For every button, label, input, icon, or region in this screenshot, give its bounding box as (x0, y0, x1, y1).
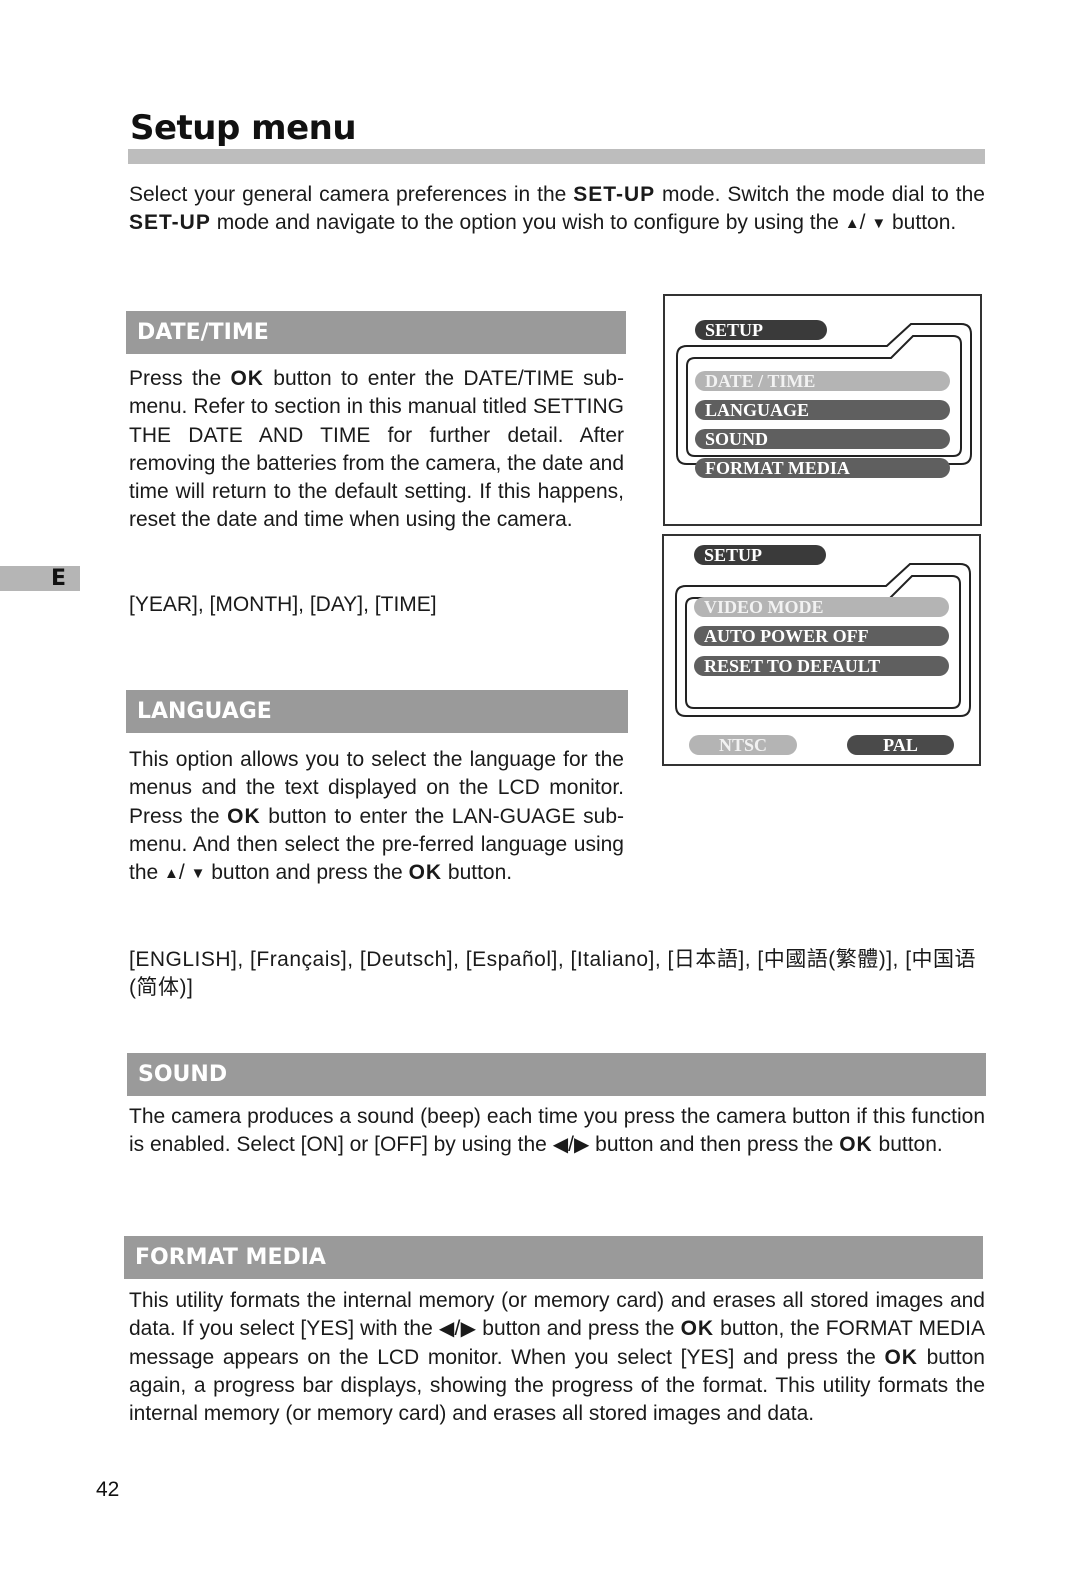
menu-item-reset-to-default[interactable]: RESET TO DEFAULT (694, 656, 949, 676)
setup-mode-label: SET-UP (573, 183, 656, 206)
lcd-header-setup: SETUP (694, 545, 826, 565)
menu-item-date-time[interactable]: DATE / TIME (695, 371, 950, 391)
left-arrow-icon: ◀ (438, 1318, 455, 1341)
language-paragraph: This option allows you to select the lan… (129, 746, 624, 888)
lcd-header-setup: SETUP (695, 320, 827, 340)
ok-label: OK (408, 861, 443, 885)
format-media-paragraph: This utility formats the internal memory… (129, 1287, 985, 1428)
section-heading-sound: SOUND (127, 1053, 986, 1096)
menu-item-auto-power-off[interactable]: AUTO POWER OFF (694, 626, 949, 646)
language-options: [ENGLISH], [Français], [Deutsch], [Españ… (129, 948, 977, 1000)
sound-paragraph: The camera produces a sound (beep) each … (129, 1103, 985, 1160)
intro-paragraph: Select your general camera preferences i… (129, 181, 985, 239)
intro-text: button. (886, 211, 957, 235)
sound-text: button and then press the (589, 1133, 840, 1157)
left-arrow-icon: ◀ (552, 1134, 569, 1157)
format-text: button and press the (476, 1317, 681, 1341)
title-rule (128, 149, 985, 164)
intro-text: mode. Switch the mode dial to the (655, 183, 985, 206)
datetime-text: Press the (129, 367, 231, 390)
folder-frame-icon (675, 563, 971, 717)
section-heading-datetime: DATE/TIME (126, 311, 626, 354)
ok-label: OK (884, 1345, 918, 1369)
ok-label: OK (230, 367, 264, 390)
ok-label: OK (839, 1133, 873, 1157)
right-arrow-icon: ▶ (460, 1318, 477, 1341)
page-title: Setup menu (130, 108, 357, 148)
datetime-text: button to enter the DATE/TIME sub-menu. … (129, 367, 624, 532)
side-tab-label: E (50, 566, 66, 591)
sound-text: button. (872, 1133, 943, 1157)
menu-item-language[interactable]: LANGUAGE (695, 400, 950, 420)
page-number: 42 (96, 1478, 120, 1501)
datetime-paragraph: Press the OK button to enter the DATE/TI… (129, 365, 624, 535)
language-side-tab: E (0, 566, 80, 591)
menu-item-video-mode[interactable]: VIDEO MODE (694, 597, 949, 617)
slash: / (178, 861, 191, 885)
right-arrow-icon: ▶ (573, 1134, 590, 1157)
menu-item-format-media[interactable]: FORMAT MEDIA (695, 458, 950, 478)
intro-text: Select your general camera preferences i… (129, 183, 574, 206)
language-text: button and press the (205, 861, 409, 885)
lcd-setup-menu-page-1: SETUP DATE / TIME LANGUAGE SOUND FORMAT … (663, 294, 982, 526)
menu-item-sound[interactable]: SOUND (695, 429, 950, 449)
up-arrow-icon: ▲ (844, 215, 860, 233)
option-pal[interactable]: PAL (847, 735, 954, 755)
down-arrow-icon: ▼ (190, 865, 206, 883)
up-arrow-icon: ▲ (164, 865, 179, 883)
section-heading-format-media: FORMAT MEDIA (124, 1236, 983, 1279)
section-heading-language: LANGUAGE (126, 690, 628, 733)
down-arrow-icon: ▼ (871, 215, 887, 233)
ok-label: OK (680, 1317, 715, 1341)
lcd-setup-menu-page-2: SETUP VIDEO MODE AUTO POWER OFF RESET TO… (662, 534, 981, 766)
intro-text: mode and navigate to the option you wish… (210, 211, 845, 235)
language-text: button. (442, 861, 513, 885)
setup-mode-label: SET-UP (129, 211, 211, 235)
slash: / (859, 211, 872, 235)
datetime-options: [YEAR], [MONTH], [DAY], [TIME] (129, 593, 437, 616)
ok-label: OK (227, 804, 261, 828)
option-ntsc[interactable]: NTSC (689, 735, 797, 755)
